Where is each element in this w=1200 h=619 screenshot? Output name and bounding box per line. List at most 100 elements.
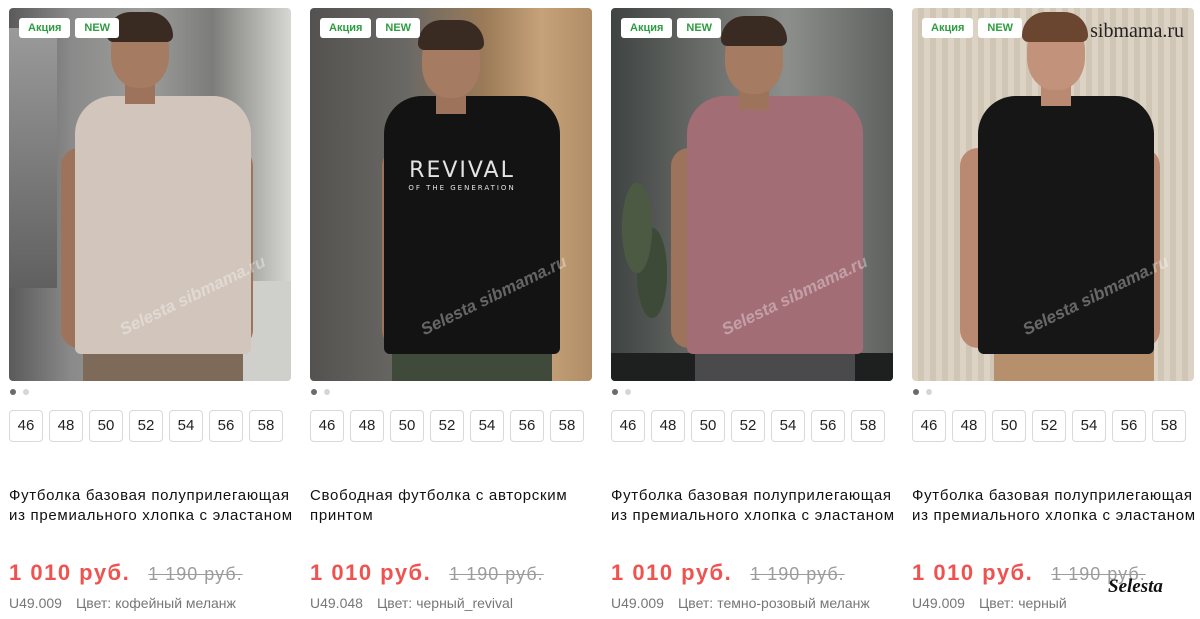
new-badge: NEW bbox=[978, 18, 1023, 38]
size-option[interactable]: 48 bbox=[49, 410, 83, 442]
carousel-dots bbox=[612, 389, 631, 395]
size-selector: 46 48 50 52 54 56 58 bbox=[912, 410, 1186, 442]
product-sku: U49.009 bbox=[611, 595, 664, 611]
carousel-dots bbox=[913, 389, 932, 395]
color-value: черный_revival bbox=[416, 595, 513, 611]
new-badge: NEW bbox=[75, 18, 120, 38]
carousel-dot[interactable] bbox=[926, 389, 932, 395]
size-option[interactable]: 56 bbox=[1112, 410, 1146, 442]
old-price: 1 190 руб. bbox=[148, 564, 243, 584]
product-title[interactable]: Футболка базовая полуприлегающая из прем… bbox=[9, 486, 299, 526]
current-price: 1 010 руб. bbox=[310, 560, 432, 585]
size-selector: 46 48 50 52 54 56 58 bbox=[611, 410, 885, 442]
color-value: темно-розовый меланж bbox=[717, 595, 870, 611]
size-option[interactable]: 52 bbox=[1032, 410, 1066, 442]
size-option[interactable]: 50 bbox=[390, 410, 424, 442]
size-option[interactable]: 50 bbox=[89, 410, 123, 442]
sale-badge: Акция bbox=[320, 18, 372, 38]
size-option[interactable]: 46 bbox=[611, 410, 645, 442]
size-option[interactable]: 48 bbox=[350, 410, 384, 442]
product-card[interactable]: REVIVAL OF THE GENERATION Акция NEW Sele… bbox=[310, 8, 592, 619]
size-option[interactable]: 56 bbox=[811, 410, 845, 442]
size-option[interactable]: 52 bbox=[731, 410, 765, 442]
size-option[interactable]: 46 bbox=[912, 410, 946, 442]
price-row: 1 010 руб. 1 190 руб. bbox=[9, 560, 243, 586]
size-option[interactable]: 48 bbox=[651, 410, 685, 442]
print-title: REVIVAL bbox=[409, 158, 515, 183]
size-option[interactable]: 46 bbox=[9, 410, 43, 442]
product-title[interactable]: Свободная футболка с авторским принтом bbox=[310, 486, 600, 526]
product-sku: U49.048 bbox=[310, 595, 363, 611]
size-option[interactable]: 54 bbox=[169, 410, 203, 442]
badge-group: Акция NEW bbox=[922, 18, 1023, 38]
sale-badge: Акция bbox=[922, 18, 974, 38]
size-option[interactable]: 58 bbox=[550, 410, 584, 442]
size-option[interactable]: 56 bbox=[510, 410, 544, 442]
size-option[interactable]: 50 bbox=[691, 410, 725, 442]
size-option[interactable]: 54 bbox=[1072, 410, 1106, 442]
color-label: Цвет: bbox=[75, 595, 112, 611]
current-price: 1 010 руб. bbox=[912, 560, 1034, 585]
shirt-print: REVIVAL OF THE GENERATION bbox=[398, 158, 526, 192]
carousel-dot[interactable] bbox=[625, 389, 631, 395]
carousel-dot[interactable] bbox=[23, 389, 29, 395]
site-watermark: sibmama.ru bbox=[1090, 20, 1184, 42]
current-price: 1 010 руб. bbox=[9, 560, 131, 585]
color-label: Цвет: bbox=[677, 595, 714, 611]
size-selector: 46 48 50 52 54 56 58 bbox=[9, 410, 283, 442]
size-option[interactable]: 58 bbox=[851, 410, 885, 442]
price-row: 1 010 руб. 1 190 руб. bbox=[611, 560, 845, 586]
size-option[interactable]: 46 bbox=[310, 410, 344, 442]
carousel-dots bbox=[311, 389, 330, 395]
price-row: 1 010 руб. 1 190 руб. bbox=[310, 560, 544, 586]
brand-watermark: Selesta bbox=[1108, 576, 1163, 597]
carousel-dot-active[interactable] bbox=[913, 389, 919, 395]
model-hair bbox=[721, 16, 787, 46]
product-photo[interactable]: Акция NEW sibmama.ru Selesta sibmama.ru bbox=[912, 8, 1194, 381]
color-label: Цвет: bbox=[376, 595, 413, 611]
size-option[interactable]: 54 bbox=[470, 410, 504, 442]
size-option[interactable]: 58 bbox=[1152, 410, 1186, 442]
plant-decor bbox=[617, 168, 667, 318]
size-option[interactable]: 54 bbox=[771, 410, 805, 442]
size-option[interactable]: 50 bbox=[992, 410, 1026, 442]
model-hair bbox=[1022, 12, 1088, 42]
current-price: 1 010 руб. bbox=[611, 560, 733, 585]
color-value: кофейный меланж bbox=[115, 595, 236, 611]
product-meta: U49.048 Цвет: черный_revival bbox=[310, 595, 592, 612]
product-title[interactable]: Футболка базовая полуприлегающая из прем… bbox=[611, 486, 901, 526]
product-meta: U49.009 Цвет: темно-розовый меланж bbox=[611, 595, 893, 612]
print-subtitle: OF THE GENERATION bbox=[408, 184, 516, 192]
badge-group: Акция NEW bbox=[621, 18, 722, 38]
carousel-dot-active[interactable] bbox=[311, 389, 317, 395]
color-label: Цвет: bbox=[978, 595, 1015, 611]
product-card[interactable]: Акция NEW sibmama.ru Selesta sibmama.ru … bbox=[912, 8, 1195, 619]
size-option[interactable]: 52 bbox=[129, 410, 163, 442]
product-card[interactable]: Акция NEW Selesta sibmama.ru 46 48 50 52… bbox=[611, 8, 894, 619]
product-sku: U49.009 bbox=[9, 595, 62, 611]
color-value: черный bbox=[1018, 595, 1067, 611]
old-price: 1 190 руб. bbox=[750, 564, 845, 584]
sale-badge: Акция bbox=[621, 18, 673, 38]
size-option[interactable]: 56 bbox=[209, 410, 243, 442]
product-card[interactable]: Акция NEW Selesta sibmama.ru 46 48 50 52… bbox=[9, 8, 292, 619]
badge-group: Акция NEW bbox=[19, 18, 120, 38]
size-option[interactable]: 52 bbox=[430, 410, 464, 442]
product-grid: Акция NEW Selesta sibmama.ru 46 48 50 52… bbox=[9, 8, 1195, 619]
size-option[interactable]: 48 bbox=[952, 410, 986, 442]
carousel-dot-active[interactable] bbox=[10, 389, 16, 395]
window-decor bbox=[9, 28, 57, 288]
product-sku: U49.009 bbox=[912, 595, 965, 611]
old-price: 1 190 руб. bbox=[449, 564, 544, 584]
size-option[interactable]: 58 bbox=[249, 410, 283, 442]
carousel-dot-active[interactable] bbox=[612, 389, 618, 395]
product-title[interactable]: Футболка базовая полуприлегающая из прем… bbox=[912, 486, 1200, 526]
model-hair bbox=[418, 20, 484, 50]
product-photo[interactable]: Акция NEW Selesta sibmama.ru bbox=[611, 8, 893, 381]
new-badge: NEW bbox=[677, 18, 722, 38]
product-photo[interactable]: Акция NEW Selesta sibmama.ru bbox=[9, 8, 291, 381]
product-photo[interactable]: REVIVAL OF THE GENERATION Акция NEW Sele… bbox=[310, 8, 592, 381]
carousel-dots bbox=[10, 389, 29, 395]
carousel-dot[interactable] bbox=[324, 389, 330, 395]
product-meta: U49.009 Цвет: кофейный меланж bbox=[9, 595, 291, 612]
